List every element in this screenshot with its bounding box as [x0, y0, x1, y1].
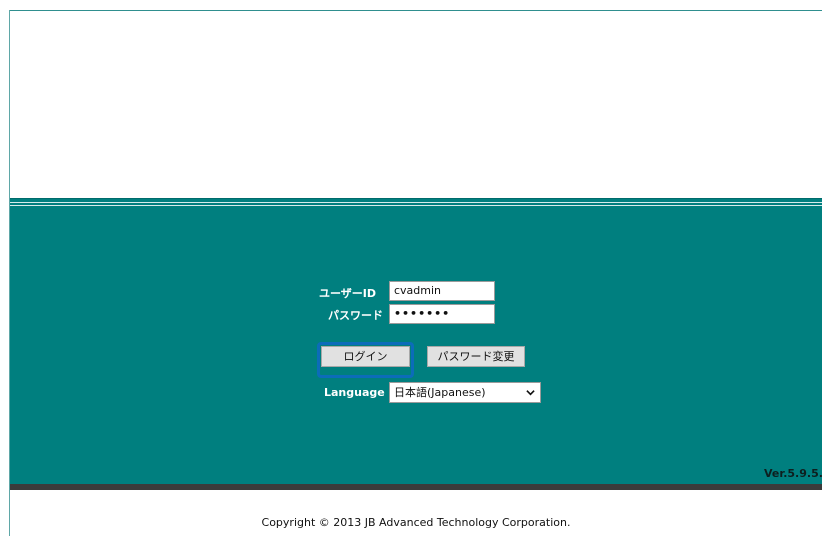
password-label: パスワード [328, 309, 383, 322]
login-button[interactable]: ログイン [321, 346, 410, 367]
login-panel [10, 198, 822, 484]
header-area [10, 11, 822, 199]
password-input[interactable]: ••••••• [389, 304, 495, 324]
user-id-input[interactable]: cvadmin [389, 281, 495, 301]
language-select-value: 日本語(Japanese) [394, 386, 486, 399]
footer: Copyright © 2013 JB Advanced Technology … [10, 490, 822, 536]
chevron-down-icon [526, 390, 535, 396]
panel-top-stripe [10, 202, 822, 203]
language-select[interactable]: 日本語(Japanese) [389, 382, 541, 403]
panel-top-border [10, 198, 822, 199]
login-page: ユーザーID cvadmin パスワード ••••••• ログイン パスワード変… [0, 0, 822, 536]
change-password-button[interactable]: パスワード変更 [427, 346, 525, 367]
copyright-text: Copyright © 2013 JB Advanced Technology … [261, 516, 571, 529]
user-id-label: ユーザーID [319, 287, 377, 300]
panel-top-stripe-2 [10, 205, 822, 206]
language-label: Language [324, 386, 385, 399]
version-label: Ver.5.9.5. [764, 467, 822, 480]
